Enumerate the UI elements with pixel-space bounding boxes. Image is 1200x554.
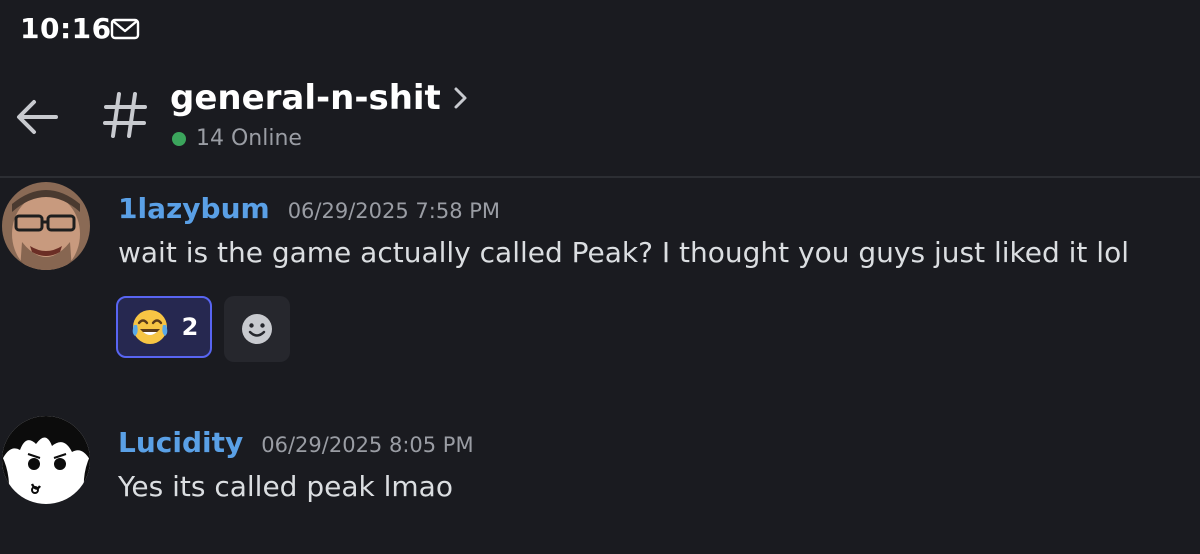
back-button[interactable]	[14, 94, 60, 140]
message-header: 1lazybum 06/29/2025 7:58 PM	[118, 192, 500, 225]
avatar-image	[2, 416, 90, 504]
username[interactable]: 1lazybum	[118, 192, 270, 225]
message-header: Lucidity 06/29/2025 8:05 PM	[118, 426, 474, 459]
chevron-right-icon	[454, 87, 467, 109]
online-status: 14 Online	[172, 126, 302, 151]
smiley-icon	[242, 314, 272, 344]
gmail-icon	[110, 18, 140, 40]
reactions: 2	[116, 296, 290, 362]
channel-header: general-n-shit 14 Online	[0, 60, 1200, 178]
reaction-count: 2	[181, 313, 199, 341]
timestamp: 06/29/2025 8:05 PM	[261, 433, 474, 457]
message-text: wait is the game actually called Peak? I…	[118, 236, 1129, 269]
status-time: 10:16	[20, 12, 112, 45]
message-text: Yes its called peak lmao	[118, 470, 453, 503]
joy-emoji-icon	[132, 310, 167, 344]
status-bar: 10:16	[0, 0, 1200, 60]
online-count: 14 Online	[196, 126, 302, 151]
timestamp: 06/29/2025 7:58 PM	[287, 199, 501, 223]
avatar[interactable]	[2, 182, 90, 270]
username[interactable]: Lucidity	[118, 426, 243, 459]
avatar-image	[2, 182, 90, 270]
channel-name: general-n-shit	[170, 78, 441, 118]
add-reaction-button[interactable]	[224, 296, 290, 362]
arrow-left-icon	[17, 100, 58, 134]
online-dot	[172, 131, 186, 146]
channel-title-button[interactable]: general-n-shit	[170, 78, 469, 118]
reaction-joy[interactable]: 2	[116, 296, 212, 358]
hash-icon	[103, 92, 147, 138]
avatar[interactable]	[2, 416, 90, 504]
